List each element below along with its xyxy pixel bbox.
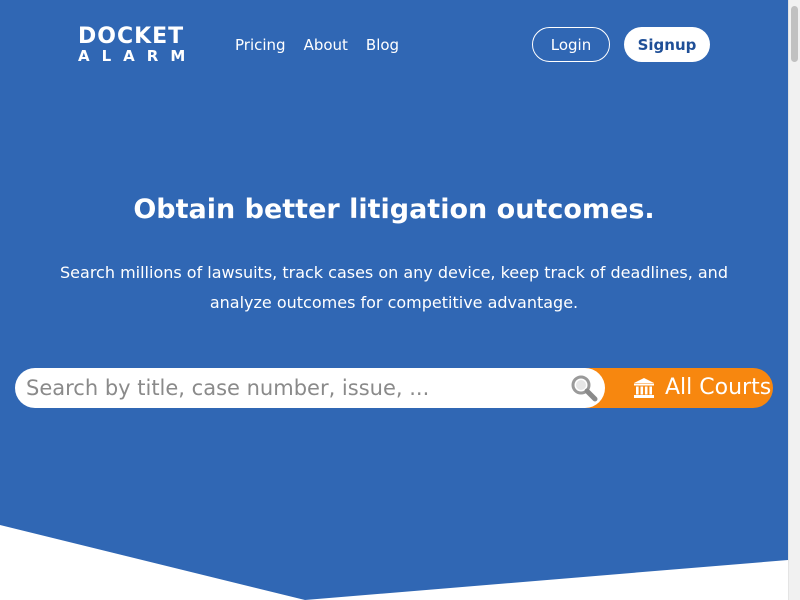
nav-link-about[interactable]: About [304, 36, 348, 54]
search-bar: All Courts [15, 368, 773, 408]
search-input[interactable] [15, 368, 605, 408]
login-button[interactable]: Login [532, 27, 610, 62]
hero-headline: Obtain better litigation outcomes. [133, 194, 655, 225]
bank-icon [634, 378, 654, 398]
scrollbar-thumb[interactable] [791, 6, 798, 62]
court-selector-label: All Courts [665, 375, 772, 400]
nav-link-pricing[interactable]: Pricing [235, 36, 286, 54]
search-icon[interactable] [570, 374, 598, 402]
hero-section: DOCKET ALARM Pricing About Blog Login Si… [0, 0, 788, 600]
vertical-scrollbar[interactable] [788, 0, 800, 600]
logo-text-top: DOCKET [78, 24, 185, 49]
section-divider-wave [0, 525, 788, 600]
logo-text-bottom: ALARM [78, 47, 198, 65]
signup-button[interactable]: Signup [624, 27, 710, 62]
nav-link-blog[interactable]: Blog [366, 36, 399, 54]
docket-alarm-logo[interactable]: DOCKET ALARM [78, 26, 197, 64]
hero-subtext: Search millions of lawsuits, track cases… [60, 263, 728, 312]
main-nav: Pricing About Blog [235, 36, 399, 54]
court-selector-button[interactable]: All Courts [583, 368, 773, 408]
